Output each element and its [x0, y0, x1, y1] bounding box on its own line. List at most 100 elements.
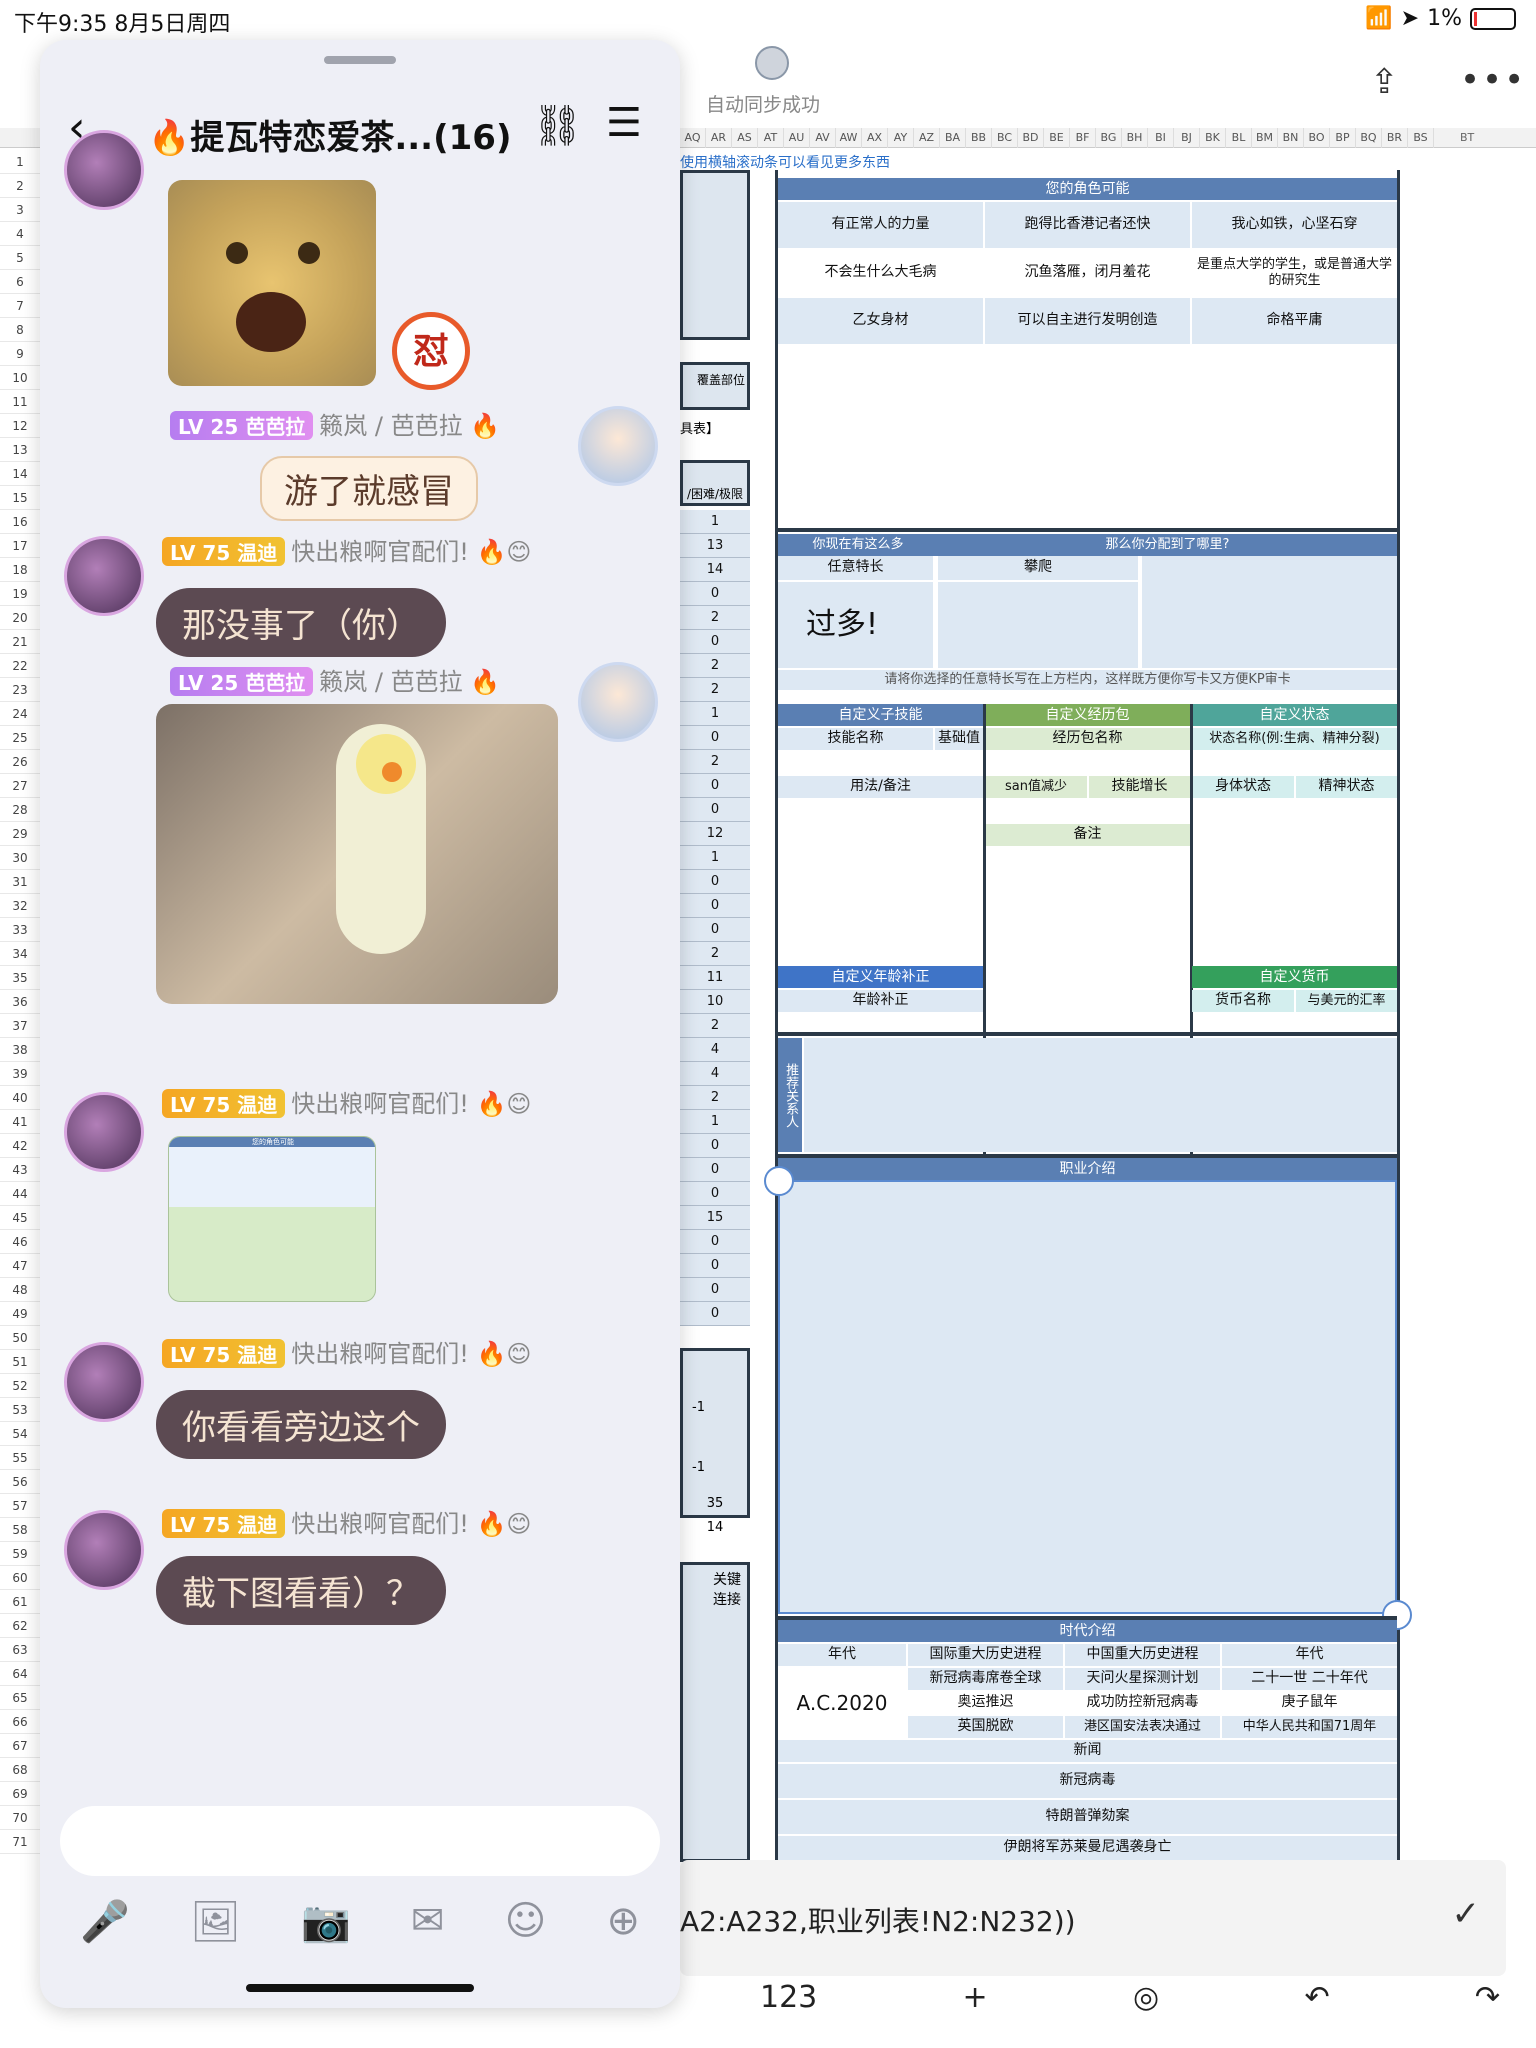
column-labels[interactable]: AQ AR AS AT AU AV AW AX AY AZ BA BB BC BD BE BF BG BH BI BJ… [680, 128, 1434, 148]
row-number[interactable]: 41 [0, 1110, 40, 1134]
row-number[interactable]: 39 [0, 1062, 40, 1086]
value-cell[interactable]: 1 [680, 510, 750, 534]
undo-icon[interactable]: ↶ [1304, 1980, 1329, 2030]
job-description-cell[interactable] [778, 1180, 1397, 1614]
row-number[interactable]: 22 [0, 654, 40, 678]
era-year[interactable]: A.C.2020 [778, 1668, 906, 1738]
row-number[interactable]: 12 [0, 414, 40, 438]
skill-dropdowns-right[interactable] [1142, 556, 1397, 668]
row-number[interactable]: 27 [0, 774, 40, 798]
value-cell[interactable]: 11 [680, 966, 750, 990]
row-number[interactable]: 69 [0, 1782, 40, 1806]
news-item[interactable]: 特朗普弹劾案 [778, 1800, 1397, 1834]
value-cell[interactable]: 4 [680, 1062, 750, 1086]
row-number[interactable]: 1 [0, 150, 40, 174]
row-number[interactable]: 7 [0, 294, 40, 318]
value-cell[interactable]: 4 [680, 1038, 750, 1062]
era-right[interactable]: 中华人民共和国71周年 [1222, 1716, 1397, 1738]
row-number[interactable]: 66 [0, 1710, 40, 1734]
value-cell[interactable]: 0 [680, 630, 750, 654]
row-number[interactable]: 56 [0, 1470, 40, 1494]
role-item[interactable]: 不会生什么大毛病 [778, 250, 983, 296]
row-number[interactable]: 10 [0, 366, 40, 390]
column-label[interactable]: BG [1096, 128, 1122, 148]
column-label[interactable]: AY [888, 128, 914, 148]
image-message[interactable] [156, 704, 558, 1004]
value-cell[interactable]: 0 [680, 1158, 750, 1182]
column-label[interactable]: BR [1382, 128, 1408, 148]
role-item[interactable]: 我心如铁，心坚石穿 [1192, 202, 1397, 248]
value-cell[interactable]: 0 [680, 774, 750, 798]
column-label[interactable]: BH [1122, 128, 1148, 148]
menu-icon[interactable]: ☰ [606, 100, 642, 146]
row-number[interactable]: 47 [0, 1254, 40, 1278]
column-label[interactable]: AW [836, 128, 862, 148]
row-number[interactable]: 54 [0, 1422, 40, 1446]
row-number[interactable]: 38 [0, 1038, 40, 1062]
check-icon[interactable]: ✓ [1452, 1894, 1481, 1934]
row-number[interactable]: 14 [0, 462, 40, 486]
row-number[interactable]: 19 [0, 582, 40, 606]
image-message[interactable] [168, 180, 376, 386]
row-number[interactable]: 30 [0, 846, 40, 870]
value-cell[interactable]: 13 [680, 534, 750, 558]
row-number[interactable]: 37 [0, 1014, 40, 1038]
news-item[interactable]: 伊朗将军苏莱曼尼遇袭身亡 [778, 1836, 1397, 1860]
column-label[interactable]: BD [1018, 128, 1044, 148]
value-cell[interactable]: 0 [680, 918, 750, 942]
value-cell[interactable]: 0 [680, 870, 750, 894]
era-china[interactable]: 港区国安法表决通过 [1065, 1716, 1220, 1738]
image-message[interactable]: 您的角色可能 [168, 1136, 376, 1302]
add-icon[interactable]: + [963, 1980, 988, 2030]
row-number[interactable]: 31 [0, 870, 40, 894]
row-number[interactable]: 42 [0, 1134, 40, 1158]
row-number[interactable]: 4 [0, 222, 40, 246]
avatar[interactable] [578, 406, 658, 486]
row-number[interactable]: 9 [0, 342, 40, 366]
row-number[interactable]: 61 [0, 1590, 40, 1614]
value-cell[interactable]: 2 [680, 678, 750, 702]
column-label[interactable]: BO [1304, 128, 1330, 148]
relation-input[interactable] [804, 1038, 1397, 1152]
column-label[interactable]: AT [758, 128, 784, 148]
row-number[interactable]: 34 [0, 942, 40, 966]
formula-bar[interactable]: A2:A232,职业列表!N2:N232)) ✓ [680, 1860, 1506, 1976]
row-number[interactable]: 57 [0, 1494, 40, 1518]
value-cell[interactable]: 0 [680, 582, 750, 606]
row-number[interactable]: 63 [0, 1638, 40, 1662]
drag-handle[interactable] [324, 56, 396, 64]
column-label[interactable]: BP [1330, 128, 1356, 148]
value-cell[interactable]: 0 [680, 894, 750, 918]
value-cell[interactable]: 0 [680, 726, 750, 750]
value-cell[interactable]: 0 [680, 1134, 750, 1158]
link-icon[interactable]: ⛓ [532, 102, 583, 149]
view-icon[interactable]: ◎ [1133, 1980, 1159, 2030]
row-number[interactable]: 11 [0, 390, 40, 414]
column-label[interactable]: BL [1226, 128, 1252, 148]
row-number[interactable]: 43 [0, 1158, 40, 1182]
column-label[interactable]: AR [706, 128, 732, 148]
avatar[interactable] [64, 1342, 144, 1422]
column-label[interactable]: AV [810, 128, 836, 148]
value-cell[interactable]: 12 [680, 822, 750, 846]
era-right[interactable]: 庚子鼠年 [1222, 1692, 1397, 1714]
row-number[interactable]: 2 [0, 174, 40, 198]
row-number[interactable]: 62 [0, 1614, 40, 1638]
avatar[interactable] [578, 662, 658, 742]
row-number[interactable]: 32 [0, 894, 40, 918]
role-item[interactable]: 命格平庸 [1192, 298, 1397, 344]
row-number[interactable]: 45 [0, 1206, 40, 1230]
row-number[interactable]: 35 [0, 966, 40, 990]
row-number[interactable]: 6 [0, 270, 40, 294]
value-cell[interactable]: 0 [680, 1302, 750, 1326]
selection-handle-top[interactable] [764, 1166, 794, 1196]
row-number[interactable]: 49 [0, 1302, 40, 1326]
role-item[interactable]: 是重点大学的学生，或是普通大学的研究生 [1192, 250, 1397, 296]
share-icon[interactable]: ⇪ [1370, 62, 1399, 102]
value-cell[interactable]: 0 [680, 1230, 750, 1254]
value-cell[interactable]: 0 [680, 1278, 750, 1302]
row-number[interactable]: 44 [0, 1182, 40, 1206]
image-icon[interactable]: 🖼 [190, 1898, 241, 1945]
era-china[interactable]: 成功防控新冠病毒 [1065, 1692, 1220, 1714]
message-list[interactable]: 怼 LV 25 芭芭拉 籁岚 / 芭芭拉 🔥 游了就感冒 LV 75 温迪 快出粮啊… [40, 130, 680, 1820]
